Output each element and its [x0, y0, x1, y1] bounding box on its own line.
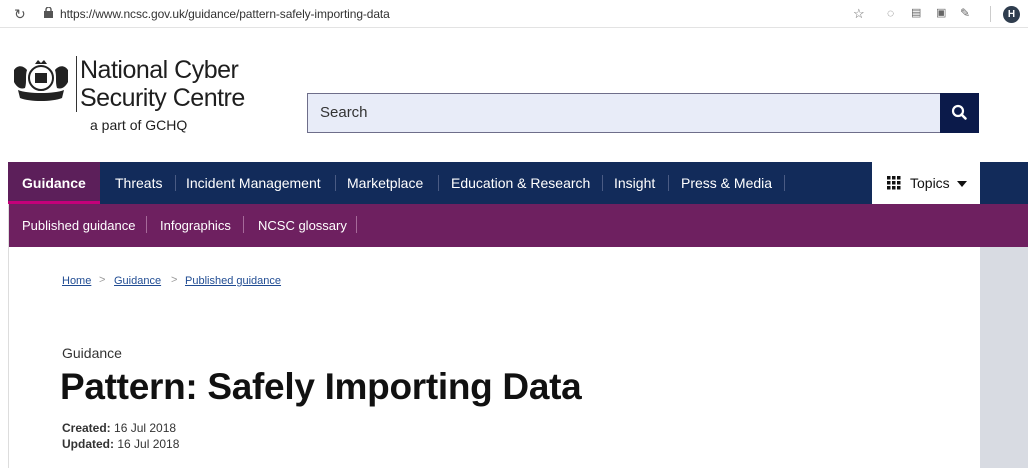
- extension-circle-icon[interactable]: ◌: [887, 6, 894, 20]
- nav-divider: [438, 175, 439, 191]
- nav-divider: [784, 175, 785, 191]
- extension-pen-icon[interactable]: ✎: [960, 6, 970, 20]
- grid-icon: [887, 176, 901, 190]
- nav-item-incident-management[interactable]: Incident Management: [186, 162, 321, 204]
- search-input[interactable]: Search: [307, 93, 940, 133]
- subnav-divider: [243, 216, 244, 233]
- page-title: Pattern: Safely Importing Data: [60, 366, 582, 407]
- reload-icon[interactable]: ↻: [14, 6, 26, 23]
- chevron-right-icon: >: [99, 274, 106, 286]
- toolbar-divider: [990, 6, 991, 22]
- search-button[interactable]: [940, 93, 979, 133]
- breadcrumb-published-guidance[interactable]: Published guidance: [185, 275, 281, 287]
- subnav-item-published-guidance[interactable]: Published guidance: [22, 218, 135, 233]
- breadcrumb-home[interactable]: Home: [62, 275, 91, 287]
- subnav-divider: [146, 216, 147, 233]
- subnav-divider: [356, 216, 357, 233]
- nav-item-education-research[interactable]: Education & Research: [451, 162, 590, 204]
- extension-reader-icon[interactable]: ▤: [911, 6, 921, 19]
- brand-divider: [76, 56, 77, 112]
- nav-item-guidance[interactable]: Guidance: [22, 162, 86, 204]
- updated-date: Updated: 16 Jul 2018: [62, 437, 179, 451]
- updated-value: 16 Jul 2018: [117, 437, 180, 451]
- nav-item-marketplace[interactable]: Marketplace: [347, 162, 423, 204]
- right-sidebar-rail: [980, 247, 1028, 468]
- updated-label: Updated:: [62, 437, 114, 451]
- topics-label: Topics: [910, 175, 950, 191]
- search-icon: [951, 104, 967, 120]
- breadcrumb-guidance[interactable]: Guidance: [114, 275, 161, 287]
- created-label: Created:: [62, 421, 111, 435]
- profile-avatar[interactable]: H: [1003, 6, 1020, 23]
- nav-divider: [602, 175, 603, 191]
- star-icon[interactable]: ☆: [853, 6, 865, 22]
- content-left-border: [8, 204, 9, 468]
- subnav-item-ncsc-glossary[interactable]: NCSC glossary: [258, 218, 347, 233]
- royal-crest-logo[interactable]: [8, 56, 74, 104]
- brand-subtitle: a part of GCHQ: [90, 117, 188, 133]
- subnav-item-infographics[interactable]: Infographics: [160, 218, 231, 233]
- nav-item-insight[interactable]: Insight: [614, 162, 655, 204]
- article-kicker: Guidance: [62, 345, 122, 361]
- caret-down-icon: [957, 181, 967, 187]
- nav-item-threats[interactable]: Threats: [115, 162, 162, 204]
- nav-divider: [668, 175, 669, 191]
- brand-title-line2[interactable]: Security Centre: [80, 84, 245, 112]
- lock-icon: [44, 7, 53, 18]
- created-value: 16 Jul 2018: [114, 421, 177, 435]
- nav-item-press-media[interactable]: Press & Media: [681, 162, 772, 204]
- nav-divider: [175, 175, 176, 191]
- url-text[interactable]: https://www.ncsc.gov.uk/guidance/pattern…: [60, 7, 390, 21]
- brand-title-line1[interactable]: National Cyber: [80, 56, 239, 84]
- nav-divider: [335, 175, 336, 191]
- created-date: Created: 16 Jul 2018: [62, 421, 176, 435]
- extension-pdf-icon[interactable]: ▣: [936, 6, 946, 19]
- chevron-right-icon: >: [171, 274, 178, 286]
